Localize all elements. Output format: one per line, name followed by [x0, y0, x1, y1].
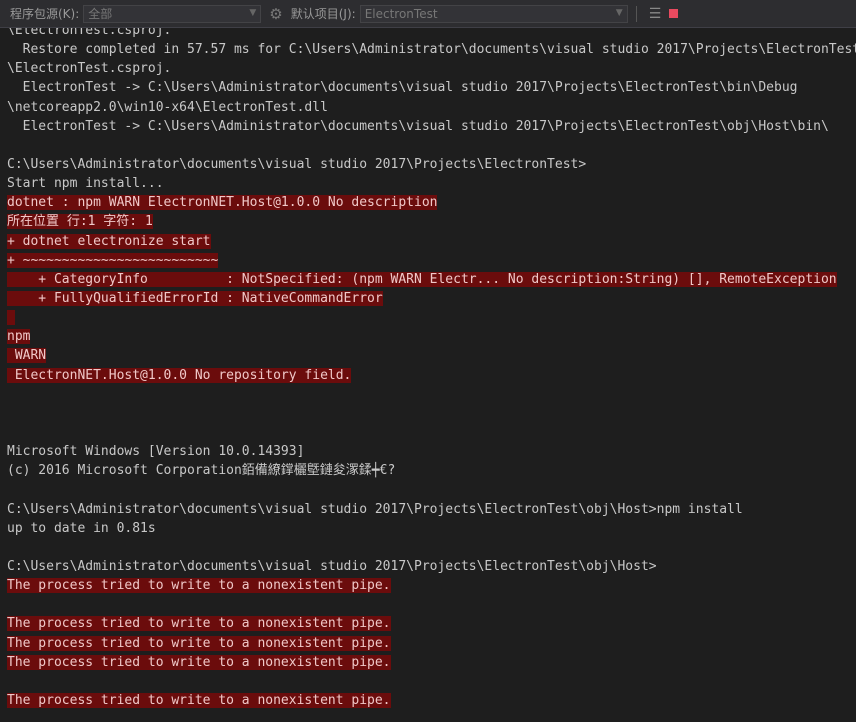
console-error-line — [7, 308, 852, 327]
console-line: ElectronTest -> C:\Users\Administrator\d… — [7, 78, 852, 97]
console-error-line: The process tried to write to a nonexist… — [7, 653, 852, 672]
console-line-text: up to date in 0.81s — [7, 520, 156, 536]
console-line: Start npm install... — [7, 174, 852, 193]
console-line-text: The process tried to write to a nonexist… — [7, 578, 391, 594]
console-line-text: Microsoft Windows [Version 10.0.14393] — [7, 444, 305, 460]
console-line: \ElectronTest.csproj. — [7, 59, 852, 78]
console-line: Restore completed in 57.57 ms for C:\Use… — [7, 40, 856, 59]
package-source-label: 程序包源(K): — [10, 7, 80, 21]
console-line: up to date in 0.81s — [7, 519, 852, 538]
package-source-dropdown[interactable]: 全部 ▼ — [83, 4, 262, 23]
console-line-text: + dotnet electronize start — [7, 233, 211, 249]
console-line-text: + ~~~~~~~~~~~~~~~~~~~~~~~~~ — [7, 252, 219, 268]
console-line-text: ElectronTest -> C:\Users\Administrator\d… — [7, 80, 798, 96]
console-line-text: The process tried to write to a nonexist… — [7, 635, 391, 651]
console-line-text: (c) 2016 Microsoft Corporation銆備繚鐣欐墍鏈夋潈鍒… — [7, 463, 396, 479]
console-error-line: + ~~~~~~~~~~~~~~~~~~~~~~~~~ — [7, 251, 852, 270]
clear-console-icon[interactable]: ☰ — [649, 6, 662, 22]
console-line: C:\Users\Administrator\documents\visual … — [7, 155, 852, 174]
console-line-text: npm — [7, 329, 31, 345]
console-line: C:\Users\Administrator\documents\visual … — [7, 500, 852, 519]
console-line-text: C:\Users\Administrator\documents\visual … — [7, 156, 587, 172]
gear-icon[interactable]: ⚙ — [269, 5, 282, 23]
console-line: Microsoft Windows [Version 10.0.14393] — [7, 442, 852, 461]
console-line: \netcoreapp2.0\win10-x64\ElectronTest.dl… — [7, 98, 852, 117]
default-project-dropdown[interactable]: ElectronTest ▼ — [359, 4, 628, 23]
console-line: (c) 2016 Microsoft Corporation銆備繚鐣欐墍鏈夋潈鍒… — [7, 461, 852, 480]
console-error-line: dotnet : npm WARN ElectronNET.Host@1.0.0… — [7, 193, 852, 212]
console-error-line: The process tried to write to a nonexist… — [7, 576, 852, 595]
console-line-text: ElectronTest -> C:\Users\Administrator\d… — [7, 118, 829, 134]
console-error-line: ElectronNET.Host@1.0.0 No repository fie… — [7, 366, 852, 385]
console-line-text: Restore completed in 57.57 ms for C:\Use… — [7, 42, 856, 58]
console-line-text: dotnet : npm WARN ElectronNET.Host@1.0.0… — [7, 195, 438, 211]
console-error-line: 所在位置 行:1 字符: 1 — [7, 212, 852, 231]
console-line-text: The process tried to write to a nonexist… — [7, 616, 391, 632]
console-line-text: WARN — [7, 348, 47, 364]
console-line-text: The process tried to write to a nonexist… — [7, 654, 391, 670]
console-error-line: WARN — [7, 346, 852, 365]
console-error-line: + CategoryInfo : NotSpecified: (npm WARN… — [7, 270, 852, 289]
console-error-line: + dotnet electronize start — [7, 232, 852, 251]
console-line-text: 所在位置 行:1 字符: 1 — [7, 214, 153, 230]
console-line-text: \ElectronTest.csproj. — [7, 61, 172, 77]
console-line-text: The process tried to write to a nonexist… — [7, 692, 391, 708]
console-line-text: Start npm install... — [7, 176, 164, 192]
console-line: C:\Users\Administrator\documents\visual … — [7, 557, 852, 576]
console-line-text: C:\Users\Administrator\documents\visual … — [7, 558, 657, 574]
default-project-value: ElectronTest — [364, 6, 438, 21]
chevron-down-icon: ▼ — [249, 7, 257, 18]
console-error-line: npm — [7, 327, 852, 346]
console-line: ElectronTest -> C:\Users\Administrator\d… — [7, 117, 852, 136]
chevron-down-icon: ▼ — [615, 7, 623, 18]
console-line-text: \netcoreapp2.0\win10-x64\ElectronTest.dl… — [7, 99, 328, 115]
console-line-text: C:\Users\Administrator\documents\visual … — [7, 501, 743, 517]
console-error-line: + FullyQualifiedErrorId : NativeCommandE… — [7, 289, 852, 308]
console-error-line: The process tried to write to a nonexist… — [7, 634, 852, 653]
package-manager-toolbar: 程序包源(K): 全部 ▼ ⚙ 默认项目(J): ElectronTest ▼ … — [0, 0, 856, 28]
console-error-line: The process tried to write to a nonexist… — [7, 614, 852, 633]
package-source-value: 全部 — [88, 7, 113, 21]
console-error-line: The process tried to write to a nonexist… — [7, 691, 852, 710]
default-project-label: 默认项目(J): — [290, 7, 356, 21]
console-line-text: ElectronNET.Host@1.0.0 No repository fie… — [7, 367, 352, 383]
console-line-text: + FullyQualifiedErrorId : NativeCommandE… — [7, 290, 383, 306]
console-line-text: + CategoryInfo : NotSpecified: (npm WARN… — [7, 271, 837, 287]
stop-icon[interactable] — [669, 9, 679, 18]
console-output[interactable]: \ElectronTest.csproj. Restore completed … — [7, 21, 856, 710]
console-line-text — [7, 310, 15, 326]
toolbar-separator — [635, 5, 637, 22]
